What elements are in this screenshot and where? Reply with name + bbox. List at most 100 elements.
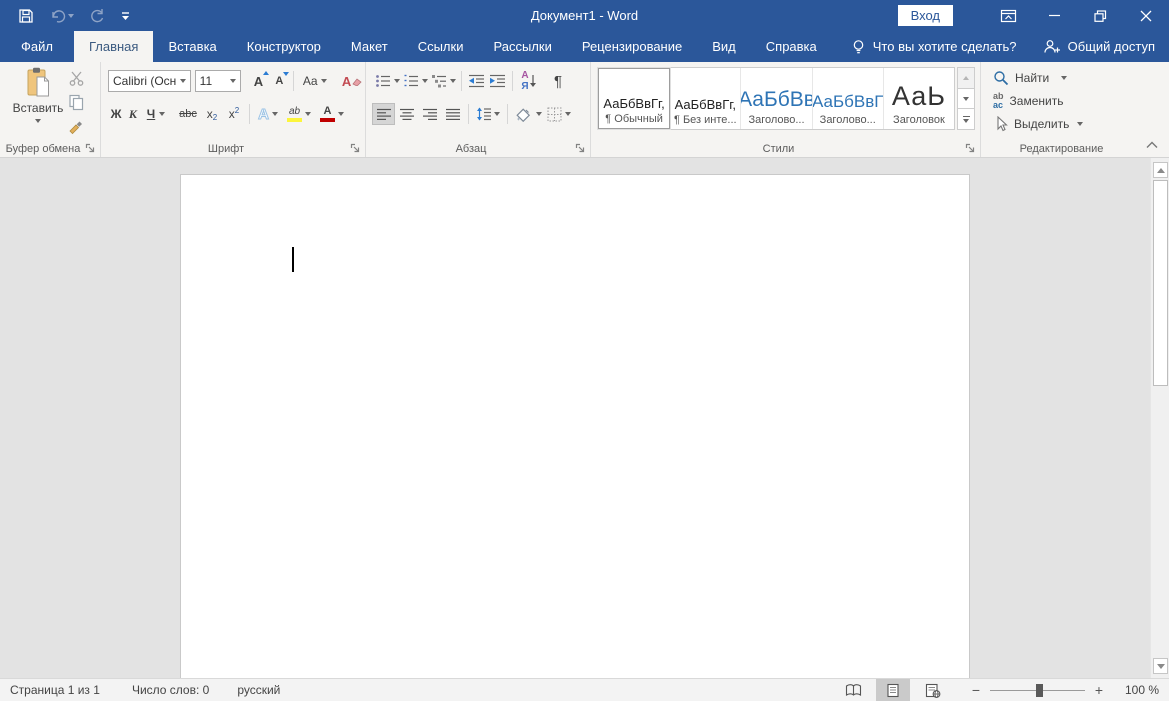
clipboard-group-label: Буфер обмена	[0, 143, 86, 155]
tell-me-box[interactable]: Что вы хотите сделать?	[852, 31, 1017, 62]
copy-button[interactable]	[64, 92, 88, 112]
decrease-indent-button[interactable]	[466, 70, 487, 92]
find-button[interactable]: Найти	[993, 68, 1067, 88]
undo-dropdown-caret	[68, 14, 74, 18]
print-layout-button[interactable]	[876, 679, 910, 701]
share-button[interactable]: Общий доступ	[1030, 31, 1169, 62]
underline-button[interactable]: Ч	[141, 103, 171, 125]
tab-mailings[interactable]: Рассылки	[478, 31, 566, 62]
decrease-indent-icon	[468, 74, 485, 88]
tab-references[interactable]: Ссылки	[403, 31, 479, 62]
style-heading1[interactable]: АаБбВв Заголово...	[741, 68, 812, 129]
scrollbar-up-button[interactable]	[1153, 162, 1168, 178]
language-indicator[interactable]: русский	[227, 683, 290, 697]
tab-view[interactable]: Вид	[697, 31, 751, 62]
superscript-button[interactable]: x2	[223, 103, 245, 125]
subscript-button[interactable]: x2	[201, 103, 223, 125]
zoom-out-button[interactable]: −	[964, 682, 988, 698]
cut-button[interactable]	[64, 68, 88, 88]
font-color-button[interactable]: А	[316, 103, 348, 125]
align-right-button[interactable]	[418, 103, 441, 125]
style-name: ¶ Обычный	[605, 113, 663, 125]
tab-layout[interactable]: Макет	[336, 31, 403, 62]
styles-scroll-up-button[interactable]	[957, 67, 975, 89]
scrollbar-down-button[interactable]	[1153, 658, 1168, 674]
editing-group-label: Редактирование	[981, 143, 1142, 155]
format-painter-button[interactable]	[64, 116, 88, 136]
tab-file[interactable]: Файл	[0, 31, 74, 62]
tab-insert[interactable]: Вставка	[153, 31, 231, 62]
strikethrough-button[interactable]: abc	[175, 103, 201, 125]
styles-dialog-launcher[interactable]	[965, 143, 976, 154]
zoom-slider-thumb[interactable]	[1036, 684, 1043, 697]
numbering-button[interactable]	[401, 70, 429, 92]
shrink-font-button[interactable]: А	[269, 70, 289, 92]
increase-indent-button[interactable]	[487, 70, 508, 92]
font-dialog-launcher[interactable]	[350, 143, 361, 154]
select-label: Выделить	[1014, 117, 1069, 131]
customize-qat-button[interactable]	[120, 11, 131, 21]
collapse-ribbon-button[interactable]	[1143, 138, 1161, 152]
title-bar: Документ1 - Word Вход	[0, 0, 1169, 31]
style-heading2[interactable]: АаБбВвГ Заголово...	[813, 68, 884, 129]
bullets-button[interactable]	[374, 70, 401, 92]
repeat-button[interactable]	[89, 8, 105, 23]
font-name-combo[interactable]: Calibri (Осн	[108, 70, 191, 92]
read-mode-button[interactable]	[836, 679, 870, 701]
paragraph-dialog-launcher[interactable]	[575, 143, 586, 154]
styles-scroll-down-button[interactable]	[957, 89, 975, 110]
web-layout-button[interactable]	[916, 679, 950, 701]
restore-icon	[1094, 10, 1107, 22]
grow-font-button[interactable]: А	[247, 70, 269, 92]
styles-more-button[interactable]	[957, 109, 975, 130]
replace-button[interactable]: ab ac Заменить	[993, 91, 1063, 111]
style-normal[interactable]: АаБбВвГг, ¶ Обычный	[598, 68, 670, 129]
paste-button[interactable]: Вставить	[11, 67, 65, 137]
sort-arrow-icon	[529, 74, 537, 88]
multilevel-list-button[interactable]	[429, 70, 457, 92]
font-color-bar	[320, 118, 335, 122]
tab-design[interactable]: Конструктор	[232, 31, 336, 62]
change-case-button[interactable]: Aa	[298, 70, 331, 92]
justify-button[interactable]	[441, 103, 464, 125]
lightbulb-icon	[852, 39, 865, 55]
clear-formatting-button[interactable]: А	[339, 70, 365, 92]
document-page[interactable]	[180, 174, 970, 694]
ribbon-display-options-button[interactable]	[985, 0, 1031, 31]
word-count[interactable]: Число слов: 0	[122, 683, 219, 697]
text-effects-button[interactable]: А	[254, 103, 282, 125]
restore-button[interactable]	[1077, 0, 1123, 31]
zoom-level[interactable]: 100 %	[1111, 683, 1159, 697]
show-marks-button[interactable]: ¶	[547, 70, 569, 92]
font-size-combo[interactable]: 11	[195, 70, 242, 92]
undo-button[interactable]	[49, 8, 74, 23]
select-button[interactable]: Выделить	[993, 114, 1083, 134]
close-button[interactable]	[1123, 0, 1169, 31]
align-center-button[interactable]	[395, 103, 418, 125]
scrollbar-thumb[interactable]	[1153, 180, 1168, 386]
vertical-scrollbar[interactable]	[1150, 158, 1169, 678]
save-button[interactable]	[18, 8, 34, 24]
highlight-color-button[interactable]: ab	[282, 103, 316, 125]
line-spacing-button[interactable]	[473, 103, 503, 125]
shading-button[interactable]	[512, 103, 544, 125]
zoom-in-button[interactable]: +	[1087, 682, 1111, 698]
dialog-launcher-icon	[85, 143, 96, 154]
italic-button[interactable]: К	[125, 103, 141, 125]
tab-help[interactable]: Справка	[751, 31, 832, 62]
tab-review[interactable]: Рецензирование	[567, 31, 697, 62]
page-indicator[interactable]: Страница 1 из 1	[0, 683, 110, 697]
style-title[interactable]: АаЬ Заголовок	[884, 68, 954, 129]
style-preview: АаБбВв	[741, 88, 812, 112]
align-left-button[interactable]	[372, 103, 395, 125]
dialog-launcher-icon	[965, 143, 976, 154]
sort-button[interactable]: А Я	[517, 70, 541, 92]
clipboard-dialog-launcher[interactable]	[85, 143, 96, 154]
tab-home[interactable]: Главная	[74, 31, 153, 62]
zoom-slider-track[interactable]	[990, 690, 1085, 691]
borders-button[interactable]	[544, 103, 574, 125]
sign-in-button[interactable]: Вход	[898, 5, 953, 26]
bold-button[interactable]: Ж	[107, 103, 125, 125]
minimize-button[interactable]	[1031, 0, 1077, 31]
style-no-spacing[interactable]: АаБбВвГг, ¶ Без инте...	[670, 68, 741, 129]
